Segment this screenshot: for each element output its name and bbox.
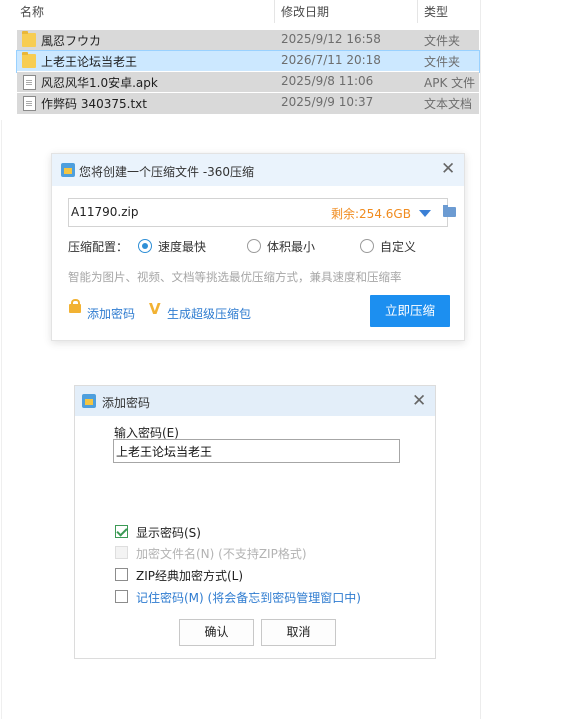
- folder-icon: [22, 52, 36, 68]
- file-row[interactable]: 作弊码 340375.txt 2025/9/9 10:37 文本文档: [17, 92, 479, 114]
- file-type: 文件夹: [424, 55, 461, 69]
- filename-value: A11790.zip: [71, 205, 139, 219]
- file-name: 作弊码 340375.txt: [41, 97, 147, 111]
- window-edge: [1, 120, 2, 719]
- remember-password-label[interactable]: 记住密码(M) (将会备忘到密码管理窗口中): [136, 589, 361, 606]
- file-row[interactable]: 風忍フウカ 2025/9/12 16:58 文件夹: [17, 29, 479, 51]
- password-value: 上老王论坛当老王: [116, 445, 213, 459]
- encrypt-filenames-label: 加密文件名(N) (不支持ZIP格式): [136, 547, 307, 561]
- dialog-title: 添加密码: [102, 396, 151, 410]
- app-logo-icon: [61, 163, 75, 177]
- app-logo-icon: [82, 394, 96, 408]
- folder-icon: [22, 31, 36, 47]
- column-header: 名称 修改日期 类型: [0, 0, 480, 23]
- confirm-button[interactable]: 确认: [179, 619, 254, 646]
- window-edge: [480, 0, 481, 719]
- dialog-title: 您将创建一个压缩文件 -360压缩: [79, 165, 255, 179]
- file-icon: [23, 96, 36, 111]
- file-date: 2025/9/8 11:06: [281, 74, 374, 88]
- radio-smallest[interactable]: [247, 239, 261, 253]
- file-name: 風忍フウカ: [41, 34, 102, 48]
- remember-password-checkbox[interactable]: [115, 590, 128, 603]
- radio-custom-label[interactable]: 自定义: [380, 238, 416, 255]
- cancel-button[interactable]: 取消: [261, 619, 336, 646]
- radio-fastest-label[interactable]: 速度最快: [158, 238, 206, 255]
- column-divider[interactable]: [417, 0, 418, 23]
- compress-dialog: 您将创建一个压缩文件 -360压缩 ✕ A11790.zip 剩余:254.6G…: [51, 153, 465, 341]
- show-password-label[interactable]: 显示密码(S): [136, 524, 201, 541]
- file-icon: [23, 75, 36, 90]
- column-divider[interactable]: [274, 0, 275, 23]
- encrypt-filenames-checkbox: [115, 546, 128, 559]
- password-dialog: 添加密码 ✕ 输入密码(E) 上老王论坛当老王 显示密码(S) 加密文件名(N)…: [74, 385, 436, 659]
- password-input[interactable]: 上老王论坛当老王: [113, 439, 400, 463]
- column-name[interactable]: 名称: [20, 3, 44, 20]
- dialog-title-bar[interactable]: 您将创建一个压缩文件 -360压缩 ✕: [52, 154, 464, 186]
- file-type: 文本文档: [424, 97, 473, 111]
- radio-smallest-label[interactable]: 体积最小: [267, 238, 315, 255]
- radio-fastest[interactable]: [138, 239, 152, 253]
- compress-now-button[interactable]: 立即压缩: [370, 295, 450, 327]
- filename-input[interactable]: A11790.zip 剩余:254.6GB: [68, 198, 456, 227]
- close-icon[interactable]: ✕: [412, 393, 426, 410]
- file-type: APK 文件: [424, 76, 476, 90]
- super-pack-link[interactable]: 生成超级压缩包: [167, 305, 251, 322]
- compression-hint: 智能为图片、视频、文档等挑选最优压缩方式，兼具速度和压缩率: [68, 270, 402, 284]
- radio-custom[interactable]: [360, 239, 374, 253]
- dropdown-arrow-icon[interactable]: [419, 210, 431, 217]
- super-pack-icon: V: [149, 300, 161, 318]
- add-password-link[interactable]: 添加密码: [87, 305, 135, 322]
- dialog-title-bar[interactable]: 添加密码 ✕: [75, 386, 435, 416]
- close-icon[interactable]: ✕: [441, 161, 455, 178]
- file-row[interactable]: 风忍风华1.0安卓.apk 2025/9/8 11:06 APK 文件: [17, 71, 479, 93]
- browse-folder-icon[interactable]: [443, 205, 456, 217]
- file-name: 上老王论坛当老王: [41, 55, 138, 69]
- free-space-label: 剩余:254.6GB: [331, 207, 411, 221]
- column-date[interactable]: 修改日期: [281, 3, 329, 20]
- lock-icon: [69, 299, 81, 313]
- column-type[interactable]: 类型: [424, 3, 448, 20]
- show-password-checkbox[interactable]: [115, 525, 128, 538]
- file-type: 文件夹: [424, 34, 461, 48]
- file-date: 2025/9/9 10:37: [281, 95, 374, 109]
- zip-classic-encryption-checkbox[interactable]: [115, 568, 128, 581]
- file-date: 2025/9/12 16:58: [281, 32, 381, 46]
- file-date: 2026/7/11 20:18: [281, 53, 381, 67]
- file-row-selected[interactable]: 上老王论坛当老王 2026/7/11 20:18 文件夹: [16, 50, 480, 73]
- file-name: 风忍风华1.0安卓.apk: [41, 76, 158, 90]
- config-label: 压缩配置：: [68, 240, 129, 254]
- zip-classic-encryption-label[interactable]: ZIP经典加密方式(L): [136, 567, 243, 584]
